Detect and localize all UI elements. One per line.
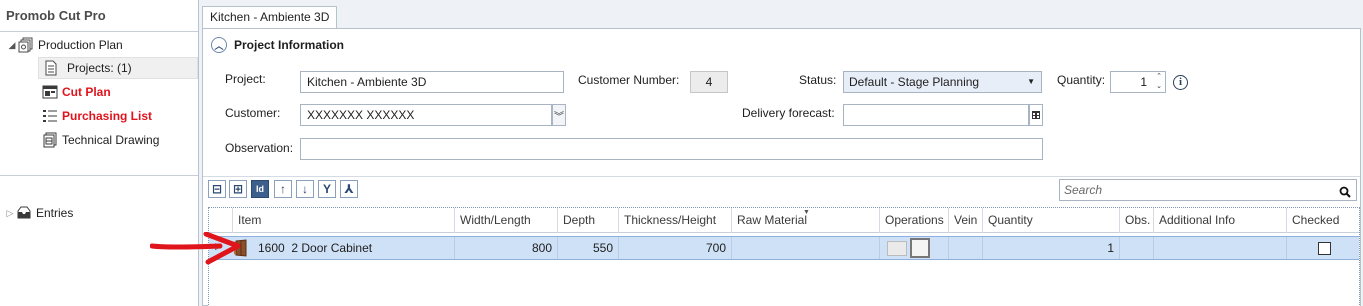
column-header-item[interactable]: Item bbox=[233, 208, 455, 233]
column-header-vein[interactable]: Vein bbox=[949, 208, 983, 233]
project-name-field[interactable]: Kitchen - Ambiente 3D bbox=[300, 71, 564, 93]
stack-documents-icon bbox=[18, 37, 34, 53]
tree-item-cut-plan[interactable]: Cut Plan bbox=[42, 81, 111, 103]
technical-drawing-icon bbox=[42, 132, 58, 148]
tree-item-entries[interactable]: ▷ Entries bbox=[4, 202, 74, 224]
project-panel: ︿ Project Information Project: Kitchen -… bbox=[202, 28, 1361, 306]
collapse-all-icon[interactable]: ⊟ bbox=[208, 180, 226, 198]
width-cell[interactable]: 800 bbox=[455, 237, 558, 259]
column-header-quantity[interactable]: Quantity bbox=[983, 208, 1120, 233]
divider bbox=[203, 176, 1360, 177]
tree-item-label: Production Plan bbox=[38, 38, 123, 52]
inbox-icon bbox=[16, 205, 32, 221]
double-chevron-down-icon[interactable]: ︾ bbox=[552, 104, 566, 126]
table-row[interactable]: ▷ 1600 2 Door Cabinet 800 550 700 1 bbox=[209, 236, 1359, 260]
search-placeholder: Search bbox=[1064, 183, 1103, 197]
document-icon bbox=[43, 60, 59, 76]
main-area: Kitchen - Ambiente 3D ︿ Project Informat… bbox=[199, 0, 1363, 306]
vein-cell[interactable] bbox=[949, 237, 983, 259]
checked-cell[interactable] bbox=[1287, 237, 1359, 259]
status-dropdown[interactable]: Default - Stage Planning ▼ bbox=[843, 71, 1042, 93]
project-information-header[interactable]: ︿ Project Information bbox=[211, 37, 344, 53]
tree-item-purchasing-list[interactable]: Purchasing List bbox=[42, 105, 152, 127]
item-cell[interactable]: 1600 2 Door Cabinet bbox=[253, 237, 455, 259]
customer-number-field: 4 bbox=[690, 71, 728, 93]
checked-checkbox[interactable] bbox=[1318, 242, 1331, 255]
column-header-checked[interactable]: Checked bbox=[1287, 208, 1359, 233]
tree-item-technical-drawing[interactable]: Technical Drawing bbox=[42, 129, 159, 151]
move-down-icon[interactable]: ↓ bbox=[296, 180, 314, 198]
split-icon[interactable]: ⅄ bbox=[340, 180, 358, 198]
tree-item-projects[interactable]: Projects: (1) bbox=[38, 57, 198, 79]
divider bbox=[0, 31, 198, 32]
sort-indicator-icon: ▼ bbox=[803, 209, 810, 216]
observation-field[interactable] bbox=[300, 138, 1043, 160]
additional-info-cell[interactable] bbox=[1154, 237, 1287, 259]
edge-operation-icon[interactable] bbox=[887, 241, 907, 256]
tree-item-label: Technical Drawing bbox=[62, 133, 160, 147]
obs-cell[interactable] bbox=[1120, 237, 1154, 259]
column-header-width-length[interactable]: Width/Length bbox=[455, 208, 558, 233]
quantity-label: Quantity: bbox=[1057, 73, 1106, 87]
delivery-forecast-field[interactable] bbox=[843, 104, 1029, 126]
calendar-icon[interactable] bbox=[1029, 104, 1043, 126]
column-header-thickness-height[interactable]: Thickness/Height bbox=[619, 208, 732, 233]
tab-kitchen-ambiente-3d[interactable]: Kitchen - Ambiente 3D bbox=[202, 6, 338, 28]
face-operation-icon[interactable] bbox=[910, 238, 930, 258]
expander-column-header bbox=[209, 208, 233, 233]
cut-plan-icon bbox=[42, 84, 58, 100]
project-label: Project: bbox=[225, 72, 266, 86]
chevron-up-icon[interactable]: ︿ bbox=[211, 37, 227, 53]
grid-header: Item Width/Length Depth Thickness/Height… bbox=[209, 208, 1359, 233]
list-icon bbox=[42, 108, 58, 124]
info-icon[interactable]: i bbox=[1173, 75, 1188, 90]
delivery-forecast-label: Delivery forecast: bbox=[742, 106, 835, 120]
tree-item-label: Projects: (1) bbox=[67, 61, 132, 75]
items-grid: Item Width/Length Depth Thickness/Height… bbox=[208, 207, 1360, 306]
section-title: Project Information bbox=[234, 38, 345, 52]
move-up-icon[interactable]: ↑ bbox=[274, 180, 292, 198]
tree-item-label: Cut Plan bbox=[62, 85, 111, 99]
depth-cell[interactable]: 550 bbox=[558, 237, 619, 259]
tree-item-label: Entries bbox=[36, 206, 74, 220]
customer-number-label: Customer Number: bbox=[578, 73, 680, 87]
app-title: Promob Cut Pro bbox=[6, 8, 106, 23]
column-header-obs[interactable]: Obs. bbox=[1120, 208, 1154, 233]
divider bbox=[0, 175, 198, 176]
item-code: 1600 bbox=[258, 241, 285, 255]
expanded-triangle-icon[interactable]: ◢ bbox=[6, 40, 18, 51]
column-header-operations[interactable]: Operations bbox=[880, 208, 949, 233]
spin-arrows-icon[interactable]: ⌃ ⌄ bbox=[1153, 72, 1165, 94]
column-header-depth[interactable]: Depth bbox=[558, 208, 619, 233]
quantity-cell[interactable]: 1 bbox=[983, 237, 1120, 259]
customer-label: Customer: bbox=[225, 106, 281, 120]
search-icon[interactable] bbox=[1339, 184, 1351, 198]
expand-all-icon[interactable]: ⊞ bbox=[229, 180, 247, 198]
merge-icon[interactable]: Y bbox=[318, 180, 336, 198]
status-value: Default - Stage Planning bbox=[849, 75, 980, 89]
id-toggle-icon[interactable]: Id bbox=[251, 180, 269, 198]
item-name: 2 Door Cabinet bbox=[291, 241, 373, 255]
observation-label: Observation: bbox=[225, 141, 294, 155]
column-header-additional-info[interactable]: Additional Info bbox=[1154, 208, 1287, 233]
search-input[interactable]: Search bbox=[1059, 179, 1357, 201]
tree-item-label: Purchasing List bbox=[62, 109, 153, 123]
operations-cell[interactable] bbox=[880, 237, 949, 259]
customer-field[interactable]: XXXXXXX XXXXXX bbox=[300, 104, 552, 126]
red-pointer-arrow bbox=[150, 232, 241, 265]
status-label: Status: bbox=[799, 73, 837, 87]
thickness-cell[interactable]: 700 bbox=[619, 237, 732, 259]
raw-material-cell[interactable] bbox=[732, 237, 880, 259]
tree-item-production-plan[interactable]: ◢ Production Plan bbox=[6, 34, 123, 56]
collapsed-triangle-icon[interactable]: ▷ bbox=[4, 208, 16, 219]
dropdown-arrow-icon: ▼ bbox=[1027, 77, 1035, 86]
